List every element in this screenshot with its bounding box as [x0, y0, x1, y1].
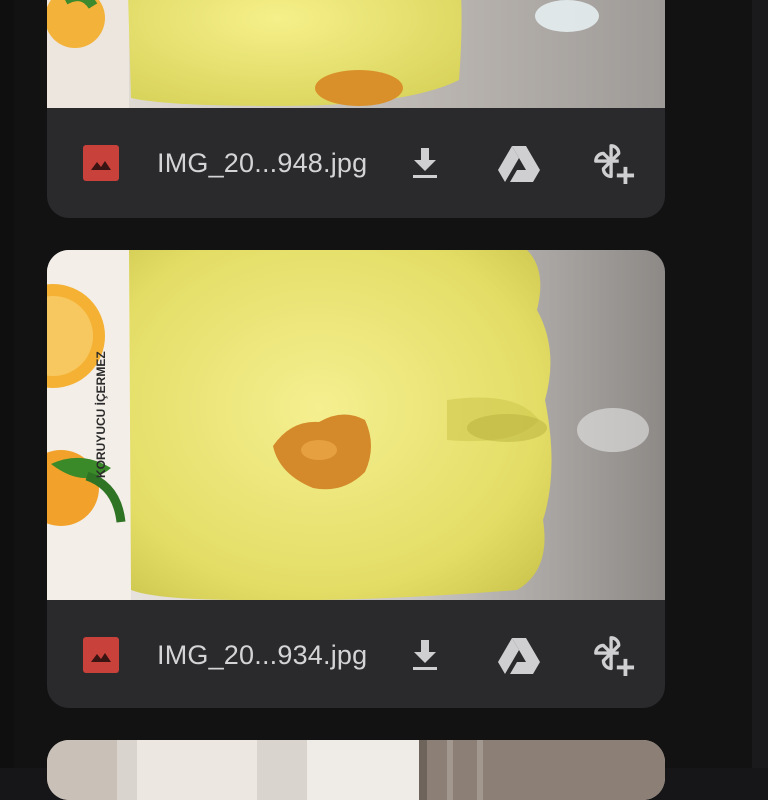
- save-to-drive-button[interactable]: [497, 141, 541, 185]
- left-edge: [0, 0, 14, 768]
- google-photos-icon: [594, 144, 635, 185]
- download-button[interactable]: [403, 633, 447, 677]
- download-icon: [413, 148, 437, 178]
- add-to-photos-button[interactable]: [591, 141, 635, 185]
- attachment-filename[interactable]: IMG_20...948.jpg: [157, 148, 373, 179]
- attachment-preview-image[interactable]: [47, 740, 665, 800]
- attachment-preview-image[interactable]: [47, 0, 665, 108]
- attachment-card[interactable]: [47, 740, 665, 800]
- download-icon: [413, 640, 437, 670]
- photo-label: KORUYUCU İÇERMEZ: [93, 351, 108, 478]
- image-file-icon: [83, 145, 119, 181]
- google-drive-icon: [498, 638, 540, 674]
- add-to-photos-button[interactable]: [591, 633, 635, 677]
- attachment-card[interactable]: KORUYUCU İÇERMEZ IMG_20...934.jpg: [47, 250, 665, 708]
- google-drive-icon: [498, 146, 540, 182]
- attachment-filename[interactable]: IMG_20...934.jpg: [157, 640, 373, 671]
- right-edge: [752, 0, 768, 768]
- attachment-card[interactable]: IMG_20...948.jpg: [47, 0, 665, 218]
- save-to-drive-button[interactable]: [497, 633, 541, 677]
- google-photos-icon: [594, 636, 635, 677]
- attachment-preview-image[interactable]: KORUYUCU İÇERMEZ: [47, 250, 665, 600]
- download-button[interactable]: [403, 141, 447, 185]
- image-file-icon: [83, 637, 119, 673]
